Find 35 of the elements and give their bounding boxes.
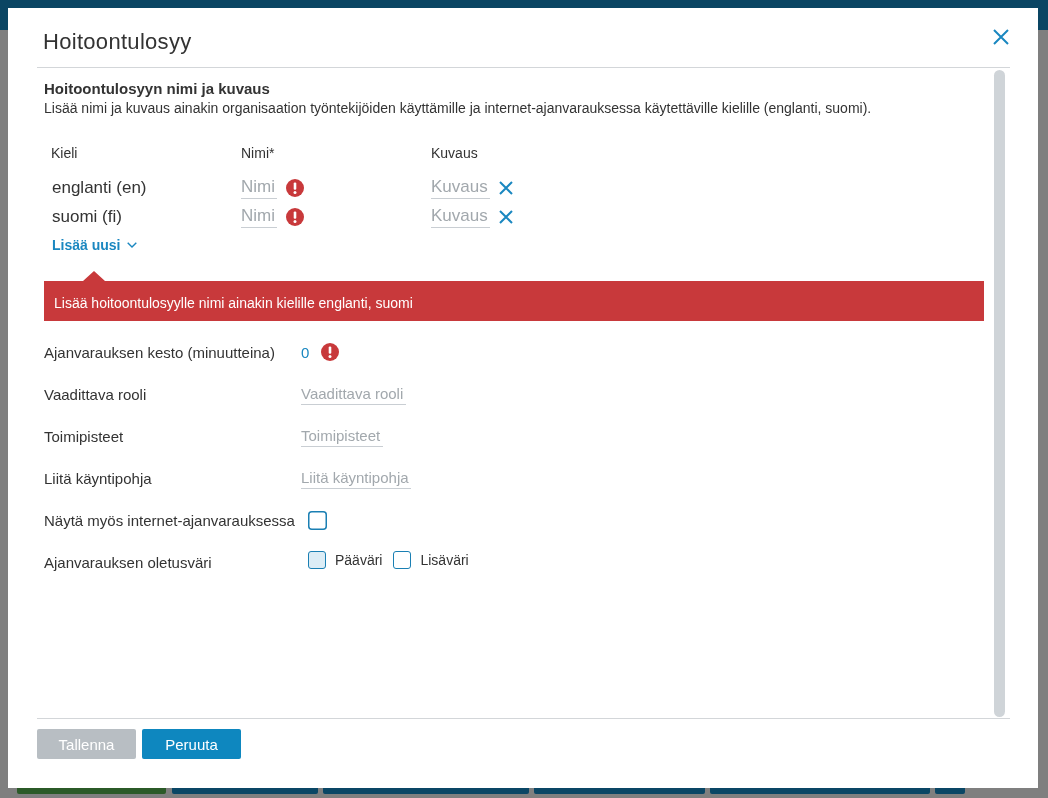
scrollbar-thumb[interactable]: [994, 70, 1005, 717]
text-field[interactable]: Toimipisteet: [301, 425, 383, 447]
column-header: Nimi*: [241, 144, 276, 163]
field-label: Ajanvarauksen kesto (minuutteina): [44, 342, 275, 362]
text-field[interactable]: Vaadittava rooli: [301, 383, 406, 405]
name-field[interactable]: Nimi: [241, 176, 277, 199]
cross-icon[interactable]: [499, 209, 513, 224]
close-icon[interactable]: [993, 28, 1009, 45]
field-label: Liitä käyntipohja: [44, 468, 152, 488]
section-description: Lisää nimi ja kuvaus ainakin organisaation työntekijöiden käyttämille ja internet-ajanvarauksessa käytettäville kielille (englanti, suomi).: [44, 99, 873, 117]
description-field[interactable]: Kuvaus: [431, 205, 490, 228]
column-header: Kieli: [51, 144, 79, 163]
language-name: suomi (fi): [51, 206, 123, 227]
error-banner: Lisää hoitoontulosyylle nimi ainakin kielille englanti, suomi: [44, 271, 984, 321]
add-language-link[interactable]: Lisää uusi: [52, 235, 138, 255]
color-option-label: Pääväri: [335, 551, 383, 569]
chevron-down-icon: [127, 242, 138, 248]
color-swatch-icon[interactable]: [393, 551, 412, 569]
dialog-title: Hoitoontulosyy: [43, 27, 192, 56]
color-option-label: Lisäväri: [420, 551, 469, 569]
field-label: Näytä myös internet-ajanvarauksessa: [44, 510, 295, 530]
field-label: Toimipisteet: [44, 426, 124, 446]
description-field[interactable]: Kuvaus: [431, 176, 490, 199]
dialog-button[interactable]: Peruuta: [142, 729, 241, 759]
name-field[interactable]: Nimi: [241, 205, 277, 228]
checkbox[interactable]: [308, 510, 327, 530]
column-header: Kuvaus: [431, 144, 479, 163]
color-swatch-icon[interactable]: [308, 551, 326, 569]
text-field[interactable]: Liitä käyntipohja: [301, 467, 411, 489]
cross-icon[interactable]: [499, 180, 513, 195]
section-heading: Hoitoontulosyyn nimi ja kuvaus: [44, 79, 271, 98]
duration-field[interactable]: 0: [301, 342, 312, 362]
field-label: Ajanvarauksen oletusväri: [44, 552, 212, 572]
field-label: Vaadittava rooli: [44, 384, 147, 404]
language-name: englanti (en): [51, 177, 148, 198]
